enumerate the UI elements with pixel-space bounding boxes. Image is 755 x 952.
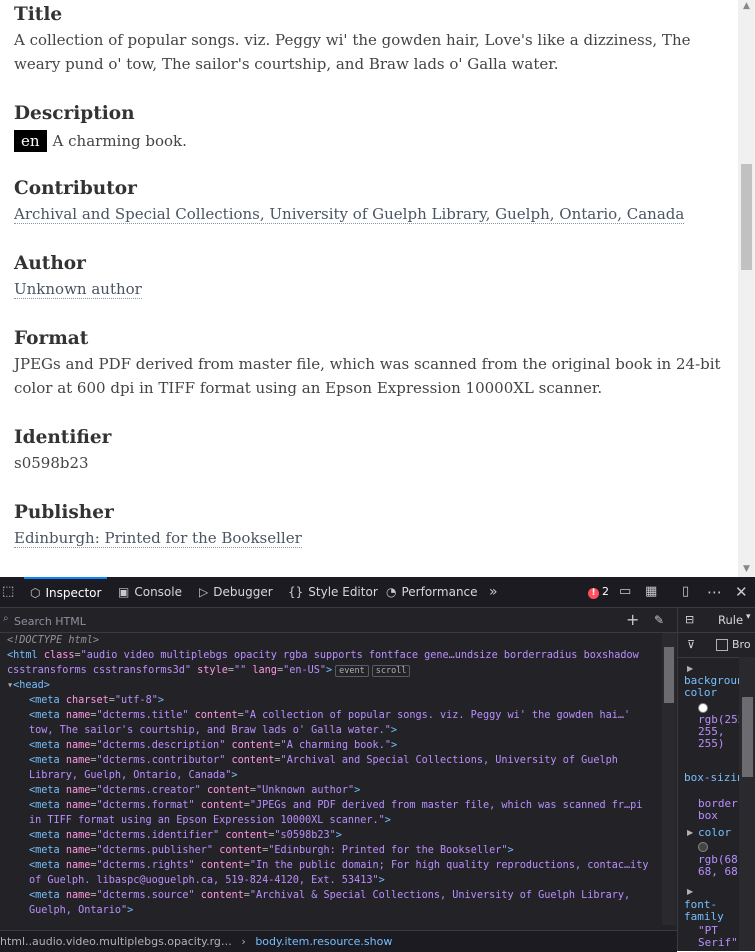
meta-node[interactable]: <meta name="dcterms.rights" content="In … <box>0 858 654 888</box>
tab-rules[interactable]: Rule <box>718 613 743 627</box>
head-node[interactable]: ▾<head> <box>0 678 662 693</box>
field-title: Title A collection of popular songs. viz… <box>14 2 734 76</box>
responsive-design-icon[interactable]: ▦ <box>645 577 657 607</box>
braces-icon: {} <box>288 585 304 599</box>
error-icon: ! <box>588 588 599 599</box>
inspector-icon: ⬡ <box>30 586 41 600</box>
field-publisher: Publisher Edinburgh: Printed for the Boo… <box>14 500 734 550</box>
field-label: Identifier <box>14 427 112 448</box>
markup-tree[interactable]: <!DOCTYPE html> <html class="audio video… <box>0 633 662 925</box>
meta-node[interactable]: <meta name="dcterms.publisher" content="… <box>0 843 662 858</box>
doctype-node[interactable]: <!DOCTYPE html> <box>0 633 662 648</box>
meta-node[interactable]: <meta name="dcterms.contributor" content… <box>0 753 654 783</box>
console-icon: ▣ <box>118 585 130 599</box>
field-label: Contributor <box>14 178 137 199</box>
split-console-icon[interactable]: ▭ <box>619 577 631 607</box>
devtools-toolbar: ⬚ ⬡ Inspector ▣ Console ▷ Debugger {} Style … <box>0 577 755 608</box>
meta-node[interactable]: <meta charset="utf-8"> <box>0 693 662 708</box>
expand-arrow-icon[interactable]: ▶ <box>687 664 693 673</box>
rules-panel: ⊟ Rule ▾ ⊽ Bro ▶ background-color rgb(25… <box>677 608 755 951</box>
markup-scroll-thumb[interactable] <box>664 647 674 703</box>
eyedropper-icon[interactable]: ✎ <box>654 605 664 635</box>
close-icon[interactable]: ✕ <box>735 577 748 607</box>
field-label: Author <box>14 253 86 274</box>
contributor-link[interactable]: Archival and Special Collections, Univer… <box>14 205 685 224</box>
more-options-icon[interactable]: ⋯ <box>707 577 722 607</box>
expand-arrow-icon[interactable]: ▶ <box>687 828 693 837</box>
rules-scroll-thumb[interactable] <box>742 697 753 777</box>
devtools-panel: ⬚ ⬡ Inspector ▣ Console ▷ Debugger {} Style … <box>0 577 755 952</box>
browser-styles-checkbox[interactable] <box>716 639 728 651</box>
scroll-badge[interactable]: scroll <box>371 665 411 677</box>
rules-filter-row: ⊽ Bro <box>678 633 755 658</box>
browser-styles-label: Bro <box>732 638 751 651</box>
gauge-icon: ◔ <box>386 585 397 599</box>
property-name: color <box>698 826 732 839</box>
scroll-up-icon[interactable]: ▲ <box>738 0 755 12</box>
element-picker-icon[interactable]: ⬚ <box>2 577 14 607</box>
field-label: Title <box>14 4 63 25</box>
tab-console[interactable]: ▣ Console <box>118 577 182 607</box>
sidebar-toggle-icon[interactable]: ⊟ <box>685 613 694 626</box>
markup-scrollbar[interactable] <box>662 633 676 925</box>
field-label: Format <box>14 328 89 349</box>
field-value: s0598b23 <box>14 454 89 472</box>
event-badge[interactable]: event <box>335 665 369 677</box>
chevron-down-icon[interactable]: ▾ <box>746 612 751 622</box>
meta-node[interactable]: <meta name="dcterms.identifier" content=… <box>0 828 662 843</box>
field-contributor: Contributor Archival and Special Collect… <box>14 176 734 226</box>
meta-node[interactable]: <meta name="dcterms.format" content="JPE… <box>0 798 654 828</box>
tab-inspector[interactable]: ⬡ Inspector <box>24 577 108 607</box>
filter-icon[interactable]: ⊽ <box>687 638 695 651</box>
meta-node[interactable]: <meta name="dcterms.title" content="A co… <box>0 708 654 738</box>
meta-node[interactable]: <meta name="dcterms.description" content… <box>0 738 662 753</box>
language-badge: en <box>14 130 47 152</box>
tab-style-editor[interactable]: {} Style Editor <box>288 577 378 607</box>
breadcrumb-separator-icon: › <box>241 935 246 948</box>
meta-node[interactable]: <meta name="dcterms.creator" content="Un… <box>0 783 662 798</box>
author-link[interactable]: Unknown author <box>14 280 142 299</box>
error-count-badge[interactable]: ! 2 <box>588 585 609 599</box>
field-value: JPEGs and PDF derived from master file, … <box>14 355 721 397</box>
field-description: Description en A charming book. <box>14 101 734 153</box>
expand-arrow-icon[interactable]: ▶ <box>687 887 693 896</box>
rules-tab-bar: ⊟ Rule ▾ <box>678 608 755 633</box>
meta-node[interactable]: <meta name="dcterms.source" content="Arc… <box>0 888 654 918</box>
dock-options-icon[interactable]: ▯ <box>682 577 689 607</box>
field-author: Author Unknown author <box>14 251 734 301</box>
field-identifier: Identifier s0598b23 <box>14 425 734 475</box>
tab-debugger[interactable]: ▷ Debugger <box>199 577 273 607</box>
add-node-icon[interactable]: + <box>626 605 639 635</box>
tab-performance[interactable]: ◔ Performance <box>386 577 478 607</box>
search-html-input[interactable] <box>0 608 616 634</box>
html-node[interactable]: <html class="audio video multiplebgs opa… <box>0 648 647 678</box>
breadcrumb: html..audio.video.multiplebgs.opacity.rg… <box>0 930 677 952</box>
field-label: Publisher <box>14 502 114 523</box>
field-value: A charming book. <box>52 132 187 150</box>
field-format: Format JPEGs and PDF derived from master… <box>14 326 734 400</box>
publisher-link[interactable]: Edinburgh: Printed for the Bookseller <box>14 529 302 548</box>
field-value: A collection of popular songs. viz. Pegg… <box>14 31 691 73</box>
scroll-down-icon[interactable]: ▼ <box>738 563 755 575</box>
page-viewport: Title A collection of popular songs. viz… <box>0 0 755 577</box>
breadcrumb-item-body[interactable]: body.item.resource.show <box>255 935 392 948</box>
page-scroll-thumb[interactable] <box>741 164 752 270</box>
page-scrollbar[interactable]: ▲ ▼ <box>738 0 755 577</box>
field-label: Description <box>14 103 135 124</box>
html-search-bar: ⌕ + ✎ <box>0 605 677 635</box>
breadcrumb-item-html[interactable]: html..audio.video.multiplebgs.opacity.rg… <box>0 935 232 948</box>
rules-scrollbar[interactable] <box>739 657 755 951</box>
more-tabs-chevron-icon[interactable]: » <box>489 577 498 607</box>
debugger-icon: ▷ <box>199 585 209 599</box>
color-swatch[interactable] <box>698 842 708 852</box>
color-swatch[interactable] <box>698 703 708 713</box>
